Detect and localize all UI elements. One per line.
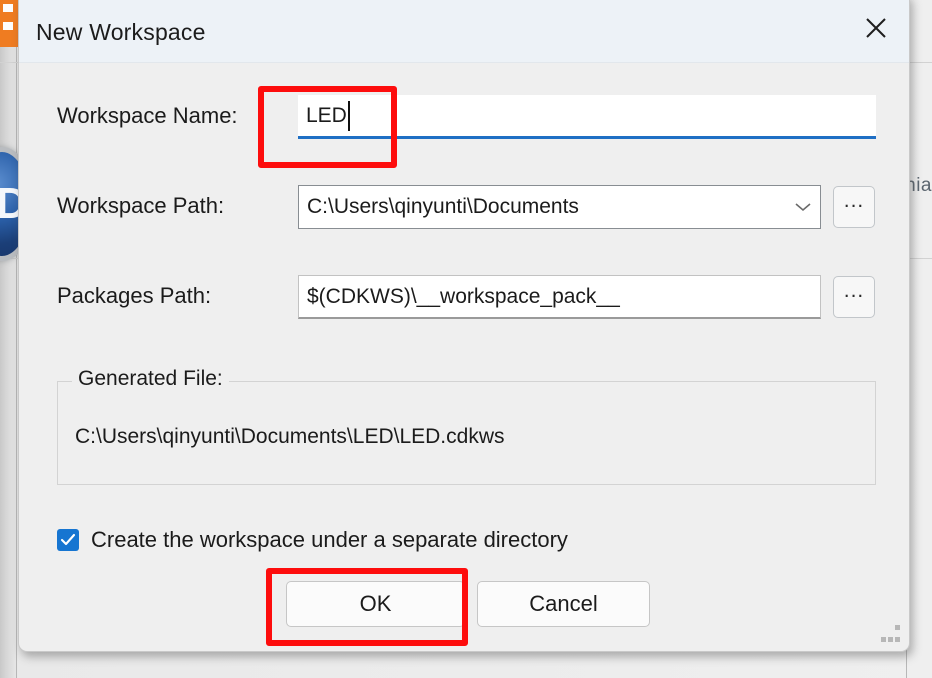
separate-directory-label: Create the workspace under a separate di… (91, 527, 568, 552)
resize-grip[interactable] (881, 625, 900, 642)
cancel-button[interactable]: Cancel (477, 581, 650, 627)
workspace-name-input[interactable] (298, 95, 876, 139)
orange-toolbar-icon (1, 20, 15, 32)
workspace-name-label: Workspace Name: (57, 103, 238, 128)
resize-grip-dot (895, 625, 900, 630)
generated-file-legend: Generated File: (72, 367, 229, 391)
dialog-body: Workspace Name: Workspace Path: C:\Users… (19, 63, 909, 651)
workspace-path-value: C:\Users\qinyunti\Documents (307, 195, 579, 218)
packages-path-label: Packages Path: (57, 283, 212, 308)
workspace-path-browse-label: ... (843, 188, 865, 212)
orange-toolbar-icon (1, 2, 15, 14)
resize-grip-dot (895, 637, 900, 642)
chevron-down-icon[interactable] (786, 201, 820, 213)
workspace-path-combobox[interactable]: C:\Users\qinyunti\Documents (298, 185, 821, 229)
generated-file-path: C:\Users\qinyunti\Documents\LED\LED.cdkw… (75, 425, 505, 448)
dialog-title-bar: New Workspace (19, 0, 909, 63)
text-cursor (348, 101, 350, 131)
background-vertical-divider (16, 0, 17, 678)
ok-button[interactable]: OK (286, 581, 465, 627)
close-button[interactable] (853, 5, 899, 51)
workspace-path-row: Workspace Path: C:\Users\qinyunti\Docume… (19, 185, 909, 229)
new-workspace-dialog: New Workspace Workspace Name: Workspace … (18, 0, 910, 652)
packages-path-browse-button[interactable]: ... (833, 276, 875, 318)
separate-directory-checkbox-row[interactable]: Create the workspace under a separate di… (57, 527, 568, 553)
close-icon (866, 18, 886, 38)
checkmark-icon (60, 533, 76, 546)
packages-path-input[interactable]: $(CDKWS)\__workspace_pack__ (298, 275, 821, 319)
packages-path-browse-label: ... (843, 278, 865, 302)
workspace-name-row: Workspace Name: (19, 95, 909, 139)
packages-path-row: Packages Path: $(CDKWS)\__workspace_pack… (19, 275, 909, 319)
workspace-path-label: Workspace Path: (57, 193, 225, 218)
dialog-title: New Workspace (36, 19, 206, 45)
resize-grip-dot (888, 637, 893, 642)
separate-directory-checkbox[interactable] (57, 529, 79, 551)
workspace-path-browse-button[interactable]: ... (833, 186, 875, 228)
resize-grip-dot (881, 637, 886, 642)
generated-file-group: Generated File: C:\Users\qinyunti\Docume… (57, 367, 876, 485)
